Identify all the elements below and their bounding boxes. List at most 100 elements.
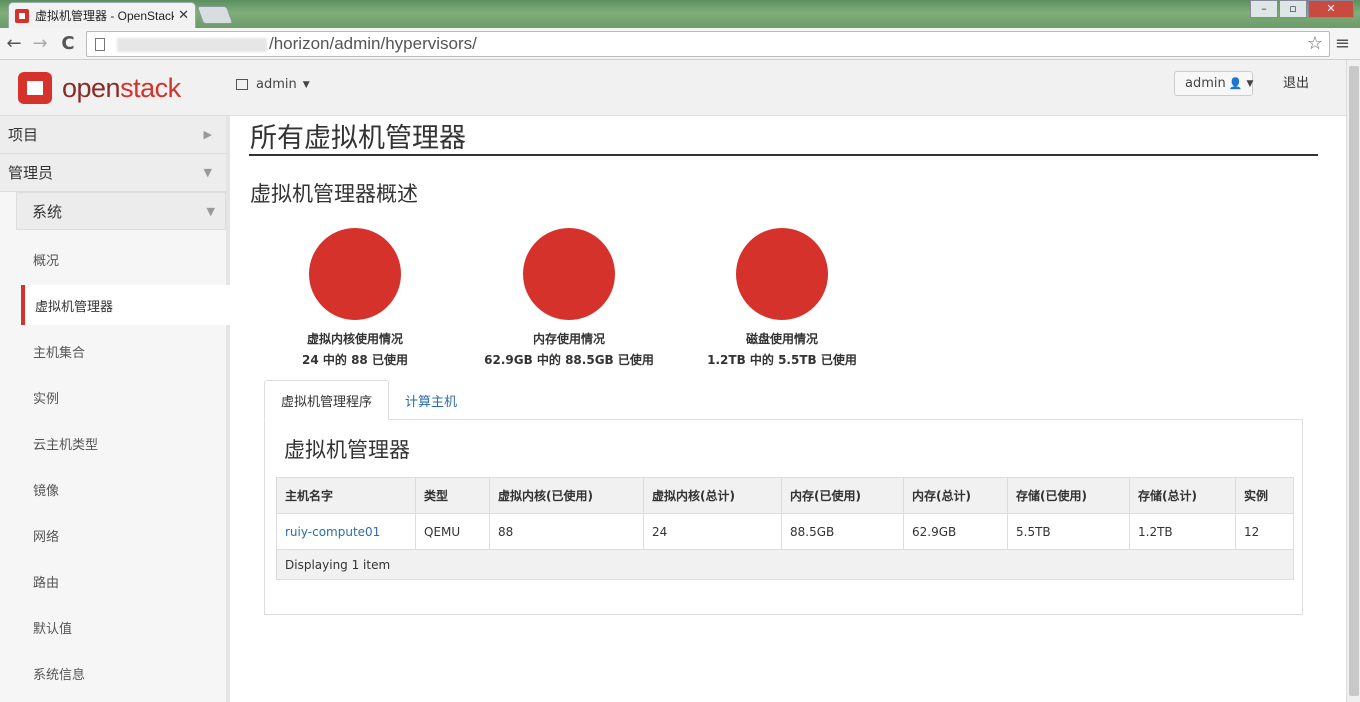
window-controls: – ▫ ✕ bbox=[1249, 0, 1354, 18]
page-icon bbox=[95, 37, 105, 51]
memory-usage-chart: 内存使用情况 62.9GB 中的 88.5GB 已使用 bbox=[449, 228, 689, 368]
browser-tab[interactable]: 虚拟机管理器 - OpenStack ✕ bbox=[8, 2, 196, 28]
vcpu-pie-icon bbox=[309, 228, 401, 320]
hypervisors-table: 主机名字 类型 虚拟内核(已使用) 虚拟内核(总计) 内存(已使用) 内存(总计… bbox=[276, 477, 1294, 580]
reload-icon[interactable]: C bbox=[58, 33, 78, 55]
chevron-down-icon: ▼ bbox=[203, 166, 212, 179]
browser-toolbar: ← → C /horizon/admin/hypervisors/ ☆ ≡ bbox=[0, 28, 1360, 60]
blurred-host bbox=[117, 37, 267, 52]
sidebar-item-flavors[interactable]: 云主机类型 bbox=[0, 420, 226, 466]
table-cell: 62.9GB bbox=[903, 513, 1008, 550]
user-label: admin bbox=[1185, 76, 1226, 91]
browser-tab-title: 虚拟机管理器 - OpenStack bbox=[35, 9, 175, 23]
column-header[interactable]: 存储(已使用) bbox=[1007, 477, 1130, 514]
maximize-button[interactable]: ▫ bbox=[1279, 0, 1307, 18]
tab-compute-host[interactable]: 计算主机 bbox=[389, 380, 473, 420]
table-cell: 12 bbox=[1235, 513, 1294, 550]
memory-usage-label: 内存使用情况 bbox=[532, 332, 605, 346]
column-header[interactable]: 主机名字 bbox=[276, 477, 416, 514]
page-scrollbar[interactable] bbox=[1346, 60, 1360, 702]
table-cell: 1.2TB bbox=[1129, 513, 1236, 550]
sidebar-item-routers[interactable]: 路由 bbox=[0, 558, 226, 604]
sidebar-item-instances[interactable]: 实例 bbox=[0, 374, 226, 420]
sidebar-project-label: 项目 bbox=[8, 126, 39, 144]
title-divider bbox=[249, 154, 1318, 156]
openstack-favicon-icon bbox=[15, 8, 29, 23]
scrollbar-thumb[interactable] bbox=[1349, 66, 1359, 696]
browser-menu-icon[interactable]: ≡ bbox=[1335, 33, 1350, 54]
sidebar-system-label: 系统 bbox=[32, 202, 63, 221]
sidebar-item-defaults[interactable]: 默认值 bbox=[0, 604, 226, 650]
sidebar-nav-list: 概况 虚拟机管理器 主机集合 实例 云主机类型 镜像 网络 路由 默认值 系统信… bbox=[0, 236, 230, 696]
table-title: 虚拟机管理器 bbox=[284, 438, 410, 462]
overview-title: 虚拟机管理器概述 bbox=[250, 182, 418, 206]
vcpu-usage-label: 虚拟内核使用情况 bbox=[306, 332, 403, 346]
logo-text-open: open bbox=[62, 72, 121, 103]
app-header: openstack admin ▼ admin 👤 ▼ 退出 bbox=[0, 60, 1346, 116]
tab-close-icon[interactable]: ✕ bbox=[178, 8, 189, 23]
sidebar-item-system-info[interactable]: 系统信息 bbox=[0, 650, 226, 696]
user-menu-button[interactable]: admin 👤 ▼ bbox=[1174, 71, 1253, 96]
column-header[interactable]: 虚拟内核(总计) bbox=[643, 477, 782, 514]
sidebar-item-images[interactable]: 镜像 bbox=[0, 466, 226, 512]
disk-pie-icon bbox=[736, 228, 828, 320]
sidebar-item-overview[interactable]: 概况 bbox=[0, 236, 226, 282]
back-arrow-icon[interactable]: ← bbox=[4, 33, 24, 55]
hostname-link[interactable]: ruiy-compute01 bbox=[276, 513, 416, 550]
column-header[interactable]: 类型 bbox=[415, 477, 490, 514]
table-cell: 5.5TB bbox=[1007, 513, 1130, 550]
disk-usage-value: 1.2TB 中的 5.5TB 已使用 bbox=[707, 353, 857, 367]
column-header[interactable]: 内存(总计) bbox=[903, 477, 1008, 514]
project-label: admin bbox=[256, 77, 297, 92]
chevron-right-icon: ▶ bbox=[203, 128, 212, 141]
address-input[interactable]: /horizon/admin/hypervisors/ ☆ bbox=[86, 31, 1330, 57]
table-footer-row: Displaying 1 item bbox=[276, 549, 1294, 580]
column-header[interactable]: 实例 bbox=[1235, 477, 1294, 514]
window-close-button[interactable]: ✕ bbox=[1308, 0, 1354, 18]
tab-panel: 虚拟机管理器 主机名字 类型 虚拟内核(已使用) 虚拟内核(总计) 内存(已使用… bbox=[264, 419, 1303, 615]
caret-down-icon: ▼ bbox=[302, 79, 310, 90]
disk-usage-label: 磁盘使用情况 bbox=[745, 332, 818, 346]
table-cell: 24 bbox=[643, 513, 782, 550]
vcpu-usage-value: 24 中的 88 已使用 bbox=[302, 353, 408, 367]
table-header-row: 主机名字 类型 虚拟内核(已使用) 虚拟内核(总计) 内存(已使用) 内存(总计… bbox=[276, 477, 1294, 514]
browser-titlebar: 虚拟机管理器 - OpenStack ✕ – ▫ ✕ bbox=[0, 0, 1360, 28]
disk-usage-chart: 磁盘使用情况 1.2TB 中的 5.5TB 已使用 bbox=[662, 228, 902, 368]
main-content: 所有虚拟机管理器 虚拟机管理器概述 虚拟内核使用情况 24 中的 88 已使用 … bbox=[230, 116, 1346, 702]
tab-hypervisors[interactable]: 虚拟机管理程序 bbox=[264, 380, 390, 420]
sidebar-item-host-aggregates[interactable]: 主机集合 bbox=[0, 328, 226, 374]
table-cell: QEMU bbox=[415, 513, 490, 550]
url-text: /horizon/admin/hypervisors/ bbox=[269, 34, 477, 53]
openstack-logo[interactable]: openstack bbox=[18, 72, 181, 104]
page-title: 所有虚拟机管理器 bbox=[250, 123, 466, 154]
caret-down-icon: ▼ bbox=[1246, 78, 1254, 89]
sidebar-dashboard-admin[interactable]: 管理员 ▼ bbox=[0, 154, 226, 192]
column-header[interactable]: 存储(总计) bbox=[1129, 477, 1236, 514]
table-cell: 88 bbox=[489, 513, 644, 550]
minimize-button[interactable]: – bbox=[1250, 0, 1278, 18]
new-tab-button[interactable] bbox=[196, 6, 234, 24]
user-icon: 👤 bbox=[1228, 77, 1243, 90]
logo-text-stack: stack bbox=[120, 72, 181, 103]
sidebar-item-networks[interactable]: 网络 bbox=[0, 512, 226, 558]
forward-arrow-icon[interactable]: → bbox=[30, 33, 50, 55]
memory-usage-value: 62.9GB 中的 88.5GB 已使用 bbox=[484, 353, 654, 367]
sidebar: 项目 ▶ 管理员 ▼ 系统 ▼ 概况 虚拟机管理器 主机集合 实例 云主机类型 … bbox=[0, 116, 230, 702]
project-selector[interactable]: admin ▼ bbox=[236, 77, 310, 92]
table-footer-count: Displaying 1 item bbox=[276, 549, 1294, 580]
chevron-down-icon: ▼ bbox=[206, 205, 215, 218]
column-header[interactable]: 内存(已使用) bbox=[781, 477, 904, 514]
table-cell: 88.5GB bbox=[781, 513, 904, 550]
project-list-icon bbox=[236, 79, 248, 90]
sign-out-link[interactable]: 退出 bbox=[1283, 72, 1309, 91]
column-header[interactable]: 虚拟内核(已使用) bbox=[489, 477, 644, 514]
sidebar-item-hypervisors[interactable]: 虚拟机管理器 bbox=[21, 285, 230, 325]
sidebar-panel-group-system[interactable]: 系统 ▼ bbox=[16, 192, 226, 230]
sidebar-dashboard-project[interactable]: 项目 ▶ bbox=[0, 116, 226, 154]
memory-pie-icon bbox=[523, 228, 615, 320]
tab-bar: 虚拟机管理程序 计算主机 bbox=[264, 380, 473, 420]
openstack-logo-icon bbox=[18, 72, 52, 104]
vcpu-usage-chart: 虚拟内核使用情况 24 中的 88 已使用 bbox=[235, 228, 475, 368]
table-row: ruiy-compute01 QEMU 88 24 88.5GB 62.9GB … bbox=[276, 513, 1294, 550]
bookmark-star-icon[interactable]: ☆ bbox=[1307, 33, 1323, 54]
